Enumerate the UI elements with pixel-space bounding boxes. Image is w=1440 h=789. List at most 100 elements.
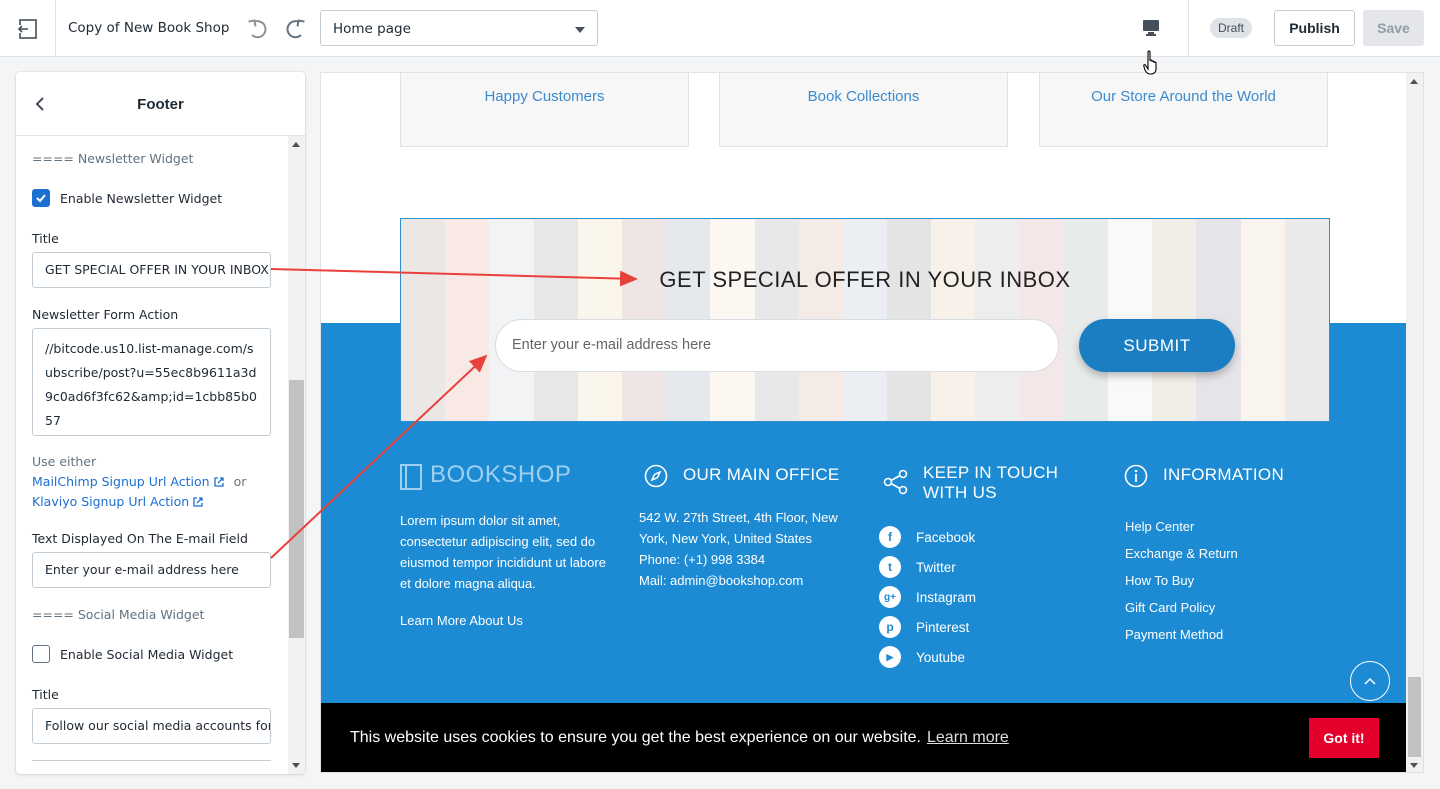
mailchimp-row: MailChimp Signup Url Action or — [32, 472, 246, 492]
cookie-learn-more-link[interactable]: Learn more — [927, 729, 1009, 746]
social-link-youtube[interactable]: ▶ Youtube — [879, 646, 965, 668]
facebook-icon: f — [879, 526, 901, 548]
youtube-icon: ▶ — [879, 646, 901, 668]
form-action-label: Newsletter Form Action — [32, 307, 179, 322]
publish-button[interactable]: Publish — [1274, 10, 1355, 46]
back-to-top-button[interactable] — [1350, 661, 1390, 701]
draft-badge: Draft — [1210, 18, 1253, 38]
newsletter-title-input[interactable]: GET SPECIAL OFFER IN YOUR INBOX — [32, 252, 271, 288]
learn-more-link[interactable]: Learn More About Us — [400, 613, 523, 628]
scroll-down-icon[interactable] — [1410, 763, 1418, 768]
office-mail: Mail: admin@bookshop.com — [639, 573, 804, 588]
stat-label: Our Store Around the World — [1091, 88, 1276, 105]
exit-editor-button[interactable] — [0, 0, 56, 57]
office-details: 542 W. 27th Street, 4th Floor, New York,… — [639, 507, 854, 591]
preview-content: Happy Customers Book Collections Our Sto… — [321, 73, 1408, 772]
info-link[interactable]: Payment Method — [1125, 627, 1223, 642]
email-text-input[interactable]: Enter your e-mail address here — [32, 552, 271, 588]
newsletter-section-label: ==== Newsletter Widget — [32, 151, 194, 166]
book-icon — [400, 464, 422, 490]
newsletter-email-input[interactable]: Enter your e-mail address here — [495, 319, 1059, 372]
scrollbar-thumb[interactable] — [289, 380, 304, 638]
undo-button[interactable] — [245, 15, 271, 46]
page-select-value: Home page — [333, 21, 411, 37]
signup-help-text: Use either MailChimp Signup Url Action o… — [32, 452, 246, 512]
redo-button[interactable] — [282, 15, 308, 46]
cookie-message-text: This website uses cookies to ensure you … — [350, 729, 921, 746]
undo-icon — [248, 19, 267, 39]
enable-social-checkbox[interactable]: Enable Social Media Widget — [32, 645, 233, 663]
social-label: Pinterest — [916, 619, 970, 635]
stat-box: Our Store Around the World — [1039, 73, 1328, 147]
klaviyo-row: Klaviyo Signup Url Action — [32, 492, 246, 512]
sidebar-scrollbar[interactable] — [288, 136, 305, 774]
stat-box: Happy Customers — [400, 73, 689, 147]
newsletter-submit-button[interactable]: SUBMIT — [1079, 319, 1235, 372]
enable-newsletter-checkbox[interactable]: Enable Newsletter Widget — [32, 189, 222, 207]
touch-heading-line1: KEEP IN TOUCH — [923, 463, 1059, 482]
checkmark-icon — [36, 194, 46, 203]
klaviyo-link[interactable]: Klaviyo Signup Url Action — [32, 494, 203, 509]
info-link[interactable]: Exchange & Return — [1125, 546, 1238, 561]
chevron-down-icon — [575, 27, 585, 33]
stat-label: Happy Customers — [484, 88, 605, 105]
cookie-message: This website uses cookies to ensure you … — [350, 729, 1009, 747]
social-title-label: Title — [32, 687, 59, 702]
social-label: Instagram — [916, 589, 977, 605]
external-link-icon — [193, 497, 203, 507]
page-preview: Happy Customers Book Collections Our Sto… — [320, 72, 1424, 773]
enable-social-label: Enable Social Media Widget — [60, 646, 234, 662]
pinterest-icon: p — [879, 616, 901, 638]
social-section-label: ==== Social Media Widget — [32, 607, 205, 622]
redo-icon — [286, 19, 305, 39]
scrollbar-thumb[interactable] — [1408, 677, 1421, 757]
office-heading-text: OUR MAIN OFFICE — [683, 465, 840, 484]
preview-scrollbar[interactable] — [1406, 73, 1423, 772]
editor-topbar: Copy of New Book Shop Home page Draft Pu… — [0, 0, 1440, 57]
save-button[interactable]: Save — [1363, 10, 1424, 46]
social-link-instagram[interactable]: g+ Instagram — [879, 586, 976, 608]
footer-about-text: Lorem ipsum dolor sit amet, consectetur … — [400, 513, 606, 591]
scroll-up-icon[interactable] — [1410, 79, 1418, 84]
touch-heading: KEEP IN TOUCH WITH US — [923, 463, 1058, 503]
cookie-banner: This website uses cookies to ensure you … — [321, 703, 1408, 772]
hand-cursor-icon — [1143, 50, 1157, 75]
settings-sidebar: Footer ==== Newsletter Widget Enable New… — [16, 72, 305, 774]
social-label: Youtube — [916, 649, 966, 665]
info-heading: INFORMATION — [1163, 465, 1284, 485]
exit-icon — [17, 18, 37, 39]
scroll-down-icon[interactable] — [292, 763, 300, 768]
use-either-text: Use either — [32, 454, 97, 469]
social-title-input[interactable]: Follow our social media accounts for — [32, 708, 271, 744]
social-link-pinterest[interactable]: p Pinterest — [879, 616, 969, 638]
touch-heading-line2: WITH US — [923, 483, 997, 502]
form-action-textarea[interactable]: //bitcode.us10.list-manage.com/subscribe… — [32, 328, 271, 436]
desktop-view-button[interactable] — [1141, 18, 1161, 43]
sidebar-settings-list: ==== Newsletter Widget Enable Newsletter… — [16, 136, 288, 774]
info-icon — [1124, 464, 1148, 488]
newsletter-title: GET SPECIAL OFFER IN YOUR INBOX — [659, 267, 1071, 292]
sidebar-header: Footer — [16, 72, 305, 136]
checkbox-unchecked[interactable] — [32, 645, 50, 663]
info-link[interactable]: How To Buy — [1125, 573, 1194, 588]
mailchimp-link[interactable]: MailChimp Signup Url Action — [32, 474, 224, 489]
stat-box: Book Collections — [719, 73, 1008, 147]
footer-brand: BOOKSHOP — [430, 461, 572, 488]
social-link-facebook[interactable]: f Facebook — [879, 526, 975, 548]
info-link[interactable]: Help Center — [1125, 519, 1194, 534]
chevron-up-icon — [1364, 677, 1376, 685]
compass-icon — [644, 464, 668, 488]
topbar-divider — [1188, 0, 1189, 57]
checkbox-checked[interactable] — [32, 189, 50, 207]
office-address: 542 W. 27th Street, 4th Floor, New York,… — [639, 510, 838, 546]
scroll-up-icon[interactable] — [292, 142, 300, 147]
site-title: Copy of New Book Shop — [68, 20, 230, 36]
cookie-accept-button[interactable]: Got it! — [1309, 718, 1379, 758]
newsletter-widget: GET SPECIAL OFFER IN YOUR INBOX Enter yo… — [400, 218, 1330, 422]
google-plus-icon: g+ — [879, 586, 901, 608]
desktop-icon — [1143, 20, 1159, 36]
page-select[interactable]: Home page — [320, 10, 598, 46]
info-link[interactable]: Gift Card Policy — [1125, 600, 1215, 615]
external-link-icon — [213, 477, 224, 487]
social-link-twitter[interactable]: t Twitter — [879, 556, 956, 578]
